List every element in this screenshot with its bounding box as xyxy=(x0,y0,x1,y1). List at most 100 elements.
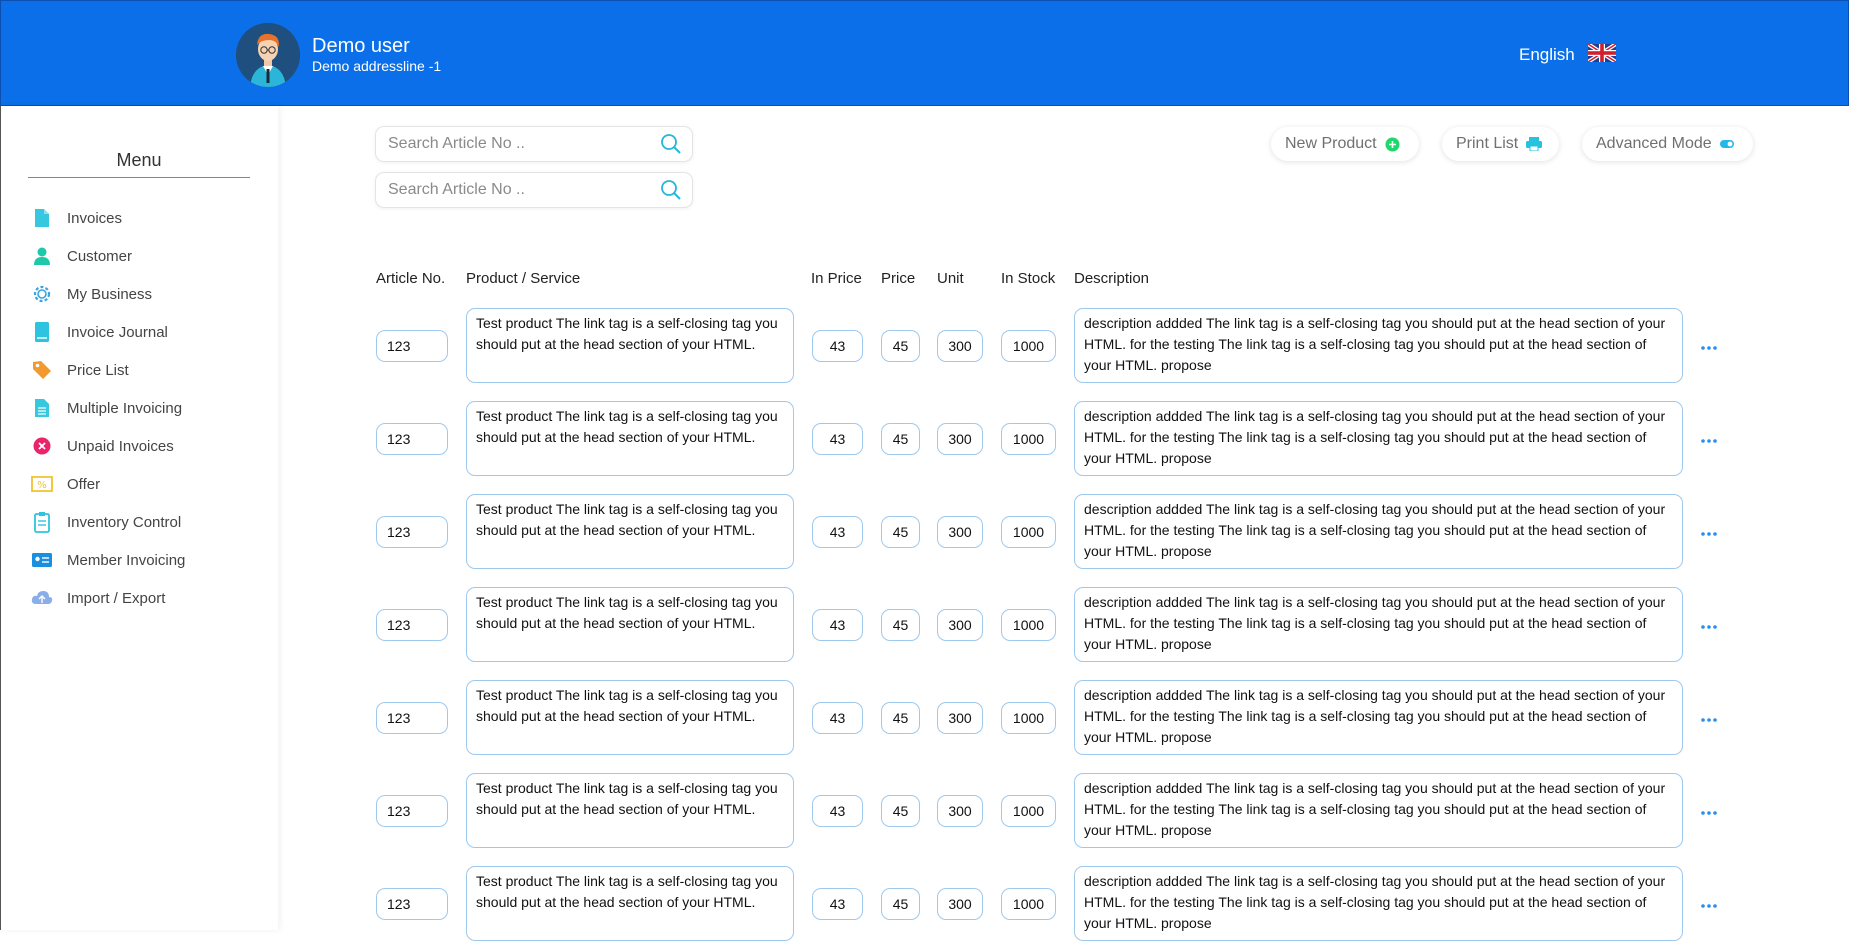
clipboard-icon xyxy=(30,510,54,534)
advanced-mode-button[interactable]: Advanced Mode xyxy=(1582,127,1753,161)
unit-field[interactable]: 300 xyxy=(937,795,983,827)
in-stock-field[interactable]: 1000 xyxy=(1001,609,1056,641)
product-field[interactable]: Test product The link tag is a self-clos… xyxy=(466,587,794,662)
in-stock-field[interactable]: 1000 xyxy=(1001,888,1056,920)
search-icon[interactable] xyxy=(660,179,682,206)
in-price-field[interactable]: 43 xyxy=(812,516,863,548)
person-icon xyxy=(30,244,54,268)
article-no-field[interactable]: 123 xyxy=(376,330,448,362)
sidebar-item-label: Invoices xyxy=(67,209,123,227)
sidebar-item-label: My Business xyxy=(67,285,153,303)
description-field[interactable]: description addded The link tag is a sel… xyxy=(1074,680,1683,755)
product-field[interactable]: Test product The link tag is a self-clos… xyxy=(466,401,794,476)
in-stock-field[interactable]: 1000 xyxy=(1001,702,1056,734)
description-field[interactable]: description addded The link tag is a sel… xyxy=(1074,587,1683,662)
more-options-icon[interactable] xyxy=(1700,807,1718,817)
uk-flag-icon[interactable] xyxy=(1586,42,1618,64)
description-field[interactable]: description addded The link tag is a sel… xyxy=(1074,308,1683,383)
article-no-field[interactable]: 123 xyxy=(376,516,448,548)
price-field[interactable]: 45 xyxy=(881,330,920,362)
price-field[interactable]: 45 xyxy=(881,702,920,734)
unit-field[interactable]: 300 xyxy=(937,702,983,734)
product-field[interactable]: Test product The link tag is a self-clos… xyxy=(466,494,794,569)
more-options-icon[interactable] xyxy=(1700,342,1718,352)
article-no-field[interactable]: 123 xyxy=(376,888,448,920)
header-description: Description xyxy=(1074,270,1150,287)
sidebar-item-label: Unpaid Invoices xyxy=(67,437,174,455)
in-price-field[interactable]: 43 xyxy=(812,609,863,641)
search-input[interactable] xyxy=(386,180,640,200)
price-tag-icon xyxy=(30,358,54,382)
article-no-field[interactable]: 123 xyxy=(376,795,448,827)
search-icon[interactable] xyxy=(660,133,682,160)
in-stock-field[interactable]: 1000 xyxy=(1001,795,1056,827)
in-price-field[interactable]: 43 xyxy=(812,702,863,734)
price-field[interactable]: 45 xyxy=(881,423,920,455)
in-stock-field[interactable]: 1000 xyxy=(1001,423,1056,455)
search-input[interactable] xyxy=(386,134,640,154)
language-selector[interactable]: English xyxy=(1519,45,1575,65)
description-field[interactable]: description addded The link tag is a sel… xyxy=(1074,401,1683,476)
more-options-icon[interactable] xyxy=(1700,528,1718,538)
sidebar-item-offer[interactable]: % Offer xyxy=(30,471,100,497)
user-name: Demo user xyxy=(312,35,410,57)
user-avatar[interactable] xyxy=(236,23,300,87)
unit-field[interactable]: 300 xyxy=(937,516,983,548)
article-no-field[interactable]: 123 xyxy=(376,423,448,455)
sidebar-item-customer[interactable]: Customer xyxy=(30,243,132,269)
header-in-stock: In Stock xyxy=(1001,270,1056,287)
unit-field[interactable]: 300 xyxy=(937,609,983,641)
header-in-price: In Price xyxy=(811,270,862,287)
more-options-icon[interactable] xyxy=(1700,714,1718,724)
printer-icon xyxy=(1526,137,1543,151)
user-address: Demo addressline -1 xyxy=(312,58,442,74)
sidebar-item-invoices[interactable]: Invoices xyxy=(30,205,122,231)
sidebar-item-multiple-invoicing[interactable]: Multiple Invoicing xyxy=(30,395,182,421)
product-field[interactable]: Test product The link tag is a self-clos… xyxy=(466,308,794,383)
sidebar-item-label: Member Invoicing xyxy=(67,551,186,569)
sidebar-item-invoice-journal[interactable]: Invoice Journal xyxy=(30,319,168,345)
sidebar-item-my-business[interactable]: My Business xyxy=(30,281,152,307)
description-field[interactable]: description addded The link tag is a sel… xyxy=(1074,773,1683,848)
sidebar-item-member-invoicing[interactable]: Member Invoicing xyxy=(30,547,185,573)
more-options-icon[interactable] xyxy=(1700,900,1718,910)
toggle-icon xyxy=(1719,140,1734,148)
sidebar-item-label: Inventory Control xyxy=(67,513,182,531)
price-field[interactable]: 45 xyxy=(881,795,920,827)
price-field[interactable]: 45 xyxy=(881,516,920,548)
in-price-field[interactable]: 43 xyxy=(812,423,863,455)
header-price: Price xyxy=(881,270,916,287)
unit-field[interactable]: 300 xyxy=(937,423,983,455)
sidebar-item-price-list[interactable]: Price List xyxy=(30,357,129,383)
search-box-2 xyxy=(375,172,693,208)
more-options-icon[interactable] xyxy=(1700,621,1718,631)
sidebar-item-label: Invoice Journal xyxy=(67,323,168,341)
top-header: Demo user Demo addressline -1 English xyxy=(0,0,1849,106)
header-article-no: Article No. xyxy=(376,270,446,287)
article-no-field[interactable]: 123 xyxy=(376,609,448,641)
description-field[interactable]: description addded The link tag is a sel… xyxy=(1074,494,1683,569)
print-list-button[interactable]: Print List xyxy=(1442,127,1559,161)
in-stock-field[interactable]: 1000 xyxy=(1001,330,1056,362)
price-field[interactable]: 45 xyxy=(881,888,920,920)
new-product-button[interactable]: New Product xyxy=(1271,127,1419,161)
header-unit: Unit xyxy=(937,270,964,287)
sidebar-item-unpaid-invoices[interactable]: Unpaid Invoices xyxy=(30,433,174,459)
cloud-icon xyxy=(30,586,54,610)
in-price-field[interactable]: 43 xyxy=(812,795,863,827)
product-field[interactable]: Test product The link tag is a self-clos… xyxy=(466,680,794,755)
in-price-field[interactable]: 43 xyxy=(812,330,863,362)
sidebar-item-inventory-control[interactable]: Inventory Control xyxy=(30,509,181,535)
price-field[interactable]: 45 xyxy=(881,609,920,641)
product-field[interactable]: Test product The link tag is a self-clos… xyxy=(466,773,794,848)
unit-field[interactable]: 300 xyxy=(937,330,983,362)
unit-field[interactable]: 300 xyxy=(937,888,983,920)
in-price-field[interactable]: 43 xyxy=(812,888,863,920)
gear-icon xyxy=(30,282,54,306)
x-circle-icon xyxy=(30,434,54,458)
sidebar-item-label: Offer xyxy=(67,475,101,493)
sidebar-item-import-export[interactable]: Import / Export xyxy=(30,585,165,611)
in-stock-field[interactable]: 1000 xyxy=(1001,516,1056,548)
article-no-field[interactable]: 123 xyxy=(376,702,448,734)
more-options-icon[interactable] xyxy=(1700,435,1718,445)
